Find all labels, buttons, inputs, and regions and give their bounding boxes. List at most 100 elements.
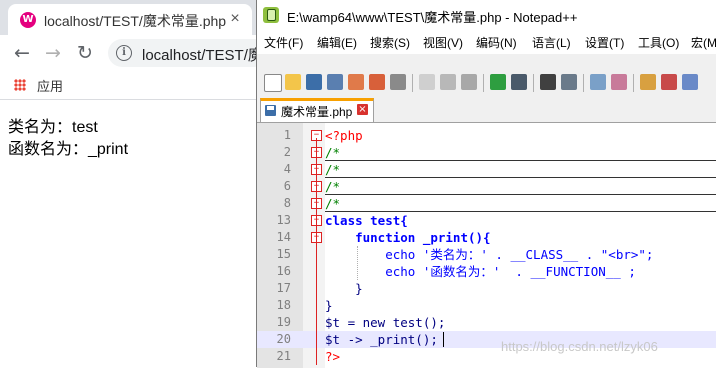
code-editor[interactable]: 1 − <?php 2 + /* 4 + /* 6 + /* 8 + /* xyxy=(257,122,716,368)
wamp-favicon-icon: W xyxy=(20,12,36,28)
menu-bar: 文件(F) 编辑(E) 搜索(S) 视图(V) 编码(N) 语言(L) 设置(T… xyxy=(257,30,716,54)
close-icon[interactable] xyxy=(348,74,364,90)
toolbar-divider xyxy=(533,74,534,92)
code-text: $t = new test(); xyxy=(325,315,446,330)
find-icon[interactable] xyxy=(540,74,556,90)
line-number: 14 xyxy=(276,230,291,244)
line-number: 18 xyxy=(276,298,291,312)
code-line: 2 + /* xyxy=(257,144,716,161)
notepad-logo-icon xyxy=(263,7,279,23)
undo-icon[interactable] xyxy=(490,74,506,90)
code-line: 8 + /* xyxy=(257,195,716,212)
menu-encoding[interactable]: 编码(N) xyxy=(476,34,517,51)
line-number: 4 xyxy=(283,162,291,176)
code-text: echo '类名为：' . __CLASS__ . "<br>"; xyxy=(325,247,654,262)
new-file-icon[interactable] xyxy=(264,74,282,92)
browser-tab[interactable]: W localhost/TEST/魔术常量.php × xyxy=(8,4,252,35)
text-caret xyxy=(443,332,444,347)
toolbar-divider xyxy=(633,74,634,92)
line-number: 16 xyxy=(276,264,291,278)
reload-icon[interactable]: ↻ xyxy=(73,41,97,65)
code-text: ?> xyxy=(325,349,341,364)
line-number: 17 xyxy=(276,281,291,295)
menu-macro[interactable]: 宏(M xyxy=(691,34,716,51)
page-content: 类名为：test 函数名为：_print xyxy=(0,100,256,367)
cut-icon[interactable] xyxy=(419,74,435,90)
file-tab-bar: 魔术常量.php × xyxy=(257,98,716,124)
close-all-icon[interactable] xyxy=(369,74,385,90)
address-url[interactable]: localhost/TEST/魔 xyxy=(142,44,263,65)
code-text: echo '函数名为：' . __FUNCTION__ ; xyxy=(325,264,636,279)
forward-arrow-icon[interactable]: → xyxy=(41,41,65,65)
line-number: 20 xyxy=(276,332,291,346)
line-number: 8 xyxy=(283,196,291,210)
show-all-icon[interactable] xyxy=(682,74,698,90)
save-all-icon[interactable] xyxy=(327,74,343,90)
npp-title-bar: E:\wamp64\www\TEST\魔术常量.php - Notepad++ xyxy=(257,0,716,30)
code-text: $t -> _print(); xyxy=(325,332,438,347)
indent-guide xyxy=(357,246,358,280)
menu-settings[interactable]: 设置(T) xyxy=(585,34,624,51)
menu-search[interactable]: 搜索(S) xyxy=(370,34,410,51)
menu-tools[interactable]: 工具(O) xyxy=(638,34,679,51)
code-text: <?php xyxy=(325,128,363,143)
code-line: 16 echo '函数名为：' . __FUNCTION__ ; xyxy=(257,263,716,280)
browser-window: W localhost/TEST/魔术常量.php × ← → ↻ i loca… xyxy=(0,0,268,367)
tab-close-icon[interactable]: × xyxy=(226,10,244,28)
zoom-in-icon[interactable] xyxy=(590,74,606,90)
line-number: 1 xyxy=(283,128,291,142)
toolbar-divider xyxy=(483,74,484,92)
menu-edit[interactable]: 编辑(E) xyxy=(317,34,357,51)
toolbar xyxy=(257,68,716,98)
browser-tab-strip: W localhost/TEST/魔术常量.php × xyxy=(0,0,256,35)
bookmark-apps[interactable]: 应用 xyxy=(37,76,63,95)
line-number: 6 xyxy=(283,179,291,193)
zoom-out-icon[interactable] xyxy=(611,74,627,90)
code-text: /* xyxy=(325,179,341,194)
code-line: 17 } xyxy=(257,280,716,297)
line-number: 13 xyxy=(276,213,291,227)
toolbar-divider xyxy=(412,74,413,92)
code-line: 1 − <?php xyxy=(257,127,716,144)
output-function-name: 函数名为：_print xyxy=(8,141,129,158)
line-number: 19 xyxy=(276,315,291,329)
file-tab-label: 魔术常量.php xyxy=(281,105,353,119)
code-text: /* xyxy=(325,196,341,211)
browser-toolbar: ← → ↻ i localhost/TEST/魔 xyxy=(0,35,268,71)
info-icon[interactable]: i xyxy=(116,45,132,61)
file-tab-close-icon[interactable]: × xyxy=(357,104,368,115)
code-text: class test{ xyxy=(325,213,408,228)
watermark: https://blog.csdn.net/lzyk06 xyxy=(501,339,658,354)
print-icon[interactable] xyxy=(390,74,406,90)
word-wrap-icon[interactable] xyxy=(661,74,677,90)
menu-file[interactable]: 文件(F) xyxy=(264,34,303,51)
code-line: 13 − class test{ xyxy=(257,212,716,229)
code-line: 19 $t = new test(); xyxy=(257,314,716,331)
code-line: 18 } xyxy=(257,297,716,314)
code-line: 15 echo '类名为：' . __CLASS__ . "<br>"; xyxy=(257,246,716,263)
fold-guide xyxy=(316,138,317,365)
apps-grid-icon[interactable] xyxy=(14,79,26,91)
code-text: function _print(){ xyxy=(325,230,491,245)
menu-view[interactable]: 视图(V) xyxy=(423,34,463,51)
sync-scroll-icon[interactable] xyxy=(640,74,656,90)
notepad-plus-plus-window: E:\wamp64\www\TEST\魔术常量.php - Notepad++ … xyxy=(256,0,716,368)
back-arrow-icon[interactable]: ← xyxy=(10,41,34,65)
window-title: E:\wamp64\www\TEST\魔术常量.php - Notepad++ xyxy=(287,10,578,25)
browser-tab-title: localhost/TEST/魔术常量.php xyxy=(44,13,227,29)
code-text: /* xyxy=(325,162,341,177)
code-text: /* xyxy=(325,145,341,160)
replace-icon[interactable] xyxy=(561,74,577,90)
code-text: } xyxy=(325,281,363,296)
open-file-icon[interactable] xyxy=(285,74,301,90)
save-icon[interactable] xyxy=(306,74,322,90)
menu-language[interactable]: 语言(L) xyxy=(532,34,571,51)
bookmarks-bar: 应用 xyxy=(0,71,256,100)
paste-icon[interactable] xyxy=(461,74,477,90)
code-line: 14 − function _print(){ xyxy=(257,229,716,246)
file-tab[interactable]: 魔术常量.php × xyxy=(260,98,374,124)
address-bar[interactable]: i localhost/TEST/魔 xyxy=(108,39,268,67)
saved-state-icon xyxy=(265,105,276,116)
copy-icon[interactable] xyxy=(440,74,456,90)
redo-icon[interactable] xyxy=(511,74,527,90)
